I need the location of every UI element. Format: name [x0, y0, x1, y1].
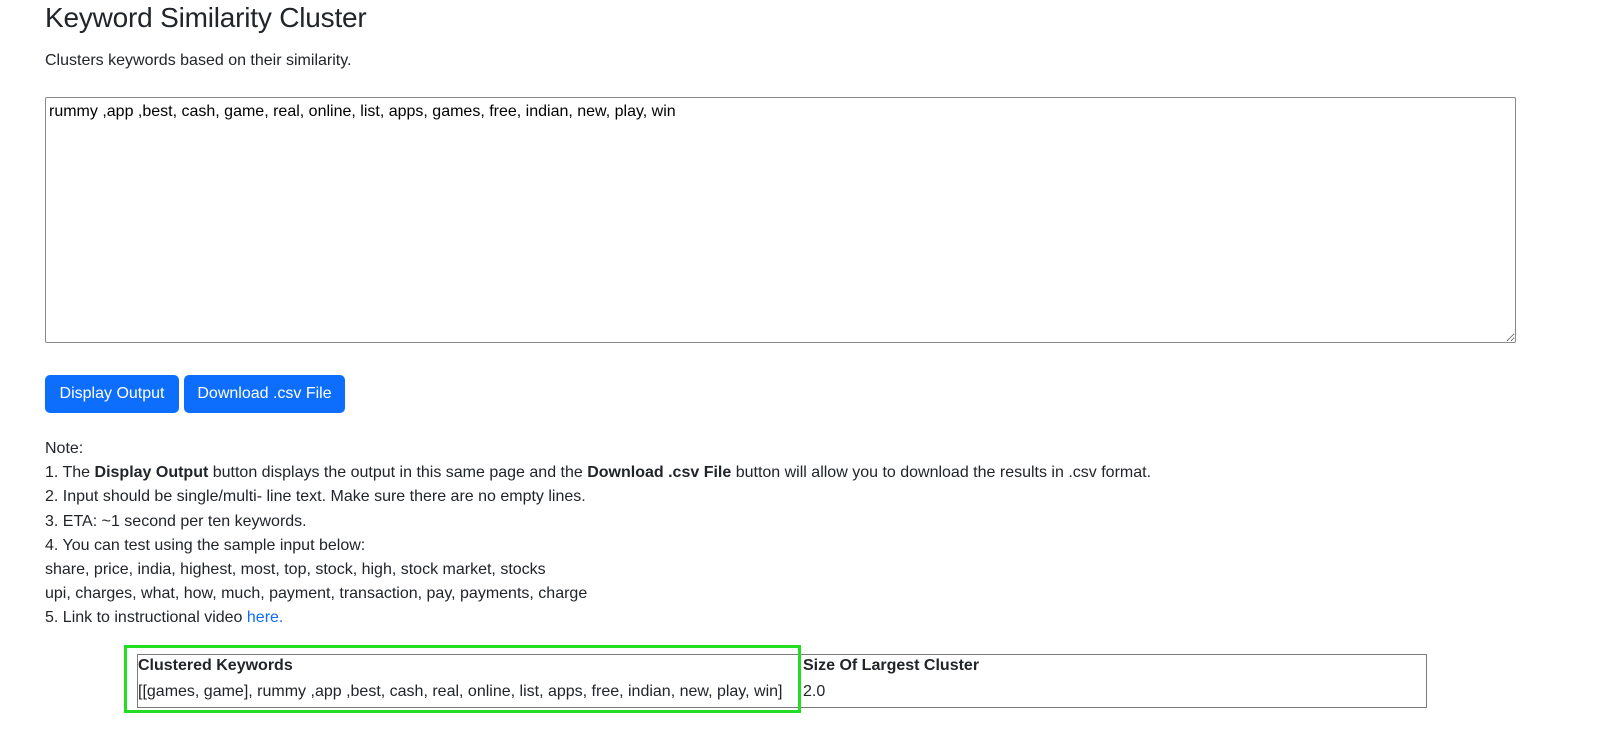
column-header-largest-cluster-size: Size Of Largest Cluster: [803, 657, 980, 674]
table-row: [[games, game], rummy ,app ,best, cash, …: [138, 681, 1427, 708]
note-item-4: 4. You can test using the sample input b…: [45, 536, 366, 554]
note-item-2: 2. Input should be single/multi- line te…: [45, 488, 586, 506]
keywords-input[interactable]: [45, 97, 1516, 343]
page-title: Keyword Similarity Cluster: [45, 2, 367, 33]
display-output-button[interactable]: Display Output: [45, 375, 179, 413]
notes-section: Note: 1. The Display Output button displ…: [45, 437, 1151, 631]
note-item-1: 1. The Display Output button displays th…: [45, 464, 1152, 482]
note-item-3: 3. ETA: ~1 second per ten keywords.: [45, 512, 307, 530]
download-csv-button[interactable]: Download .csv File: [184, 375, 345, 413]
clustered-keywords-cell: [[games, game], rummy ,app ,best, cash, …: [138, 683, 783, 700]
sample-input-2: upi, charges, what, how, much, payment, …: [45, 585, 588, 603]
note-item-5: 5. Link to instructional video here.: [45, 609, 284, 627]
page-subtitle: Clusters keywords based on their similar…: [45, 52, 352, 69]
download-csv-mention: Download .csv File: [587, 464, 732, 482]
instructional-video-link[interactable]: here.: [247, 609, 283, 626]
table-header-row: Clustered Keywords Size Of Largest Clust…: [138, 655, 1427, 682]
column-header-clustered-keywords: Clustered Keywords: [138, 657, 293, 674]
results-table: Clustered Keywords Size Of Largest Clust…: [137, 654, 1427, 708]
display-output-mention: Display Output: [94, 464, 209, 482]
notes-heading: Note:: [45, 440, 84, 457]
largest-cluster-size-cell: 2.0: [803, 683, 826, 700]
sample-input-1: share, price, india, highest, most, top,…: [45, 561, 546, 579]
